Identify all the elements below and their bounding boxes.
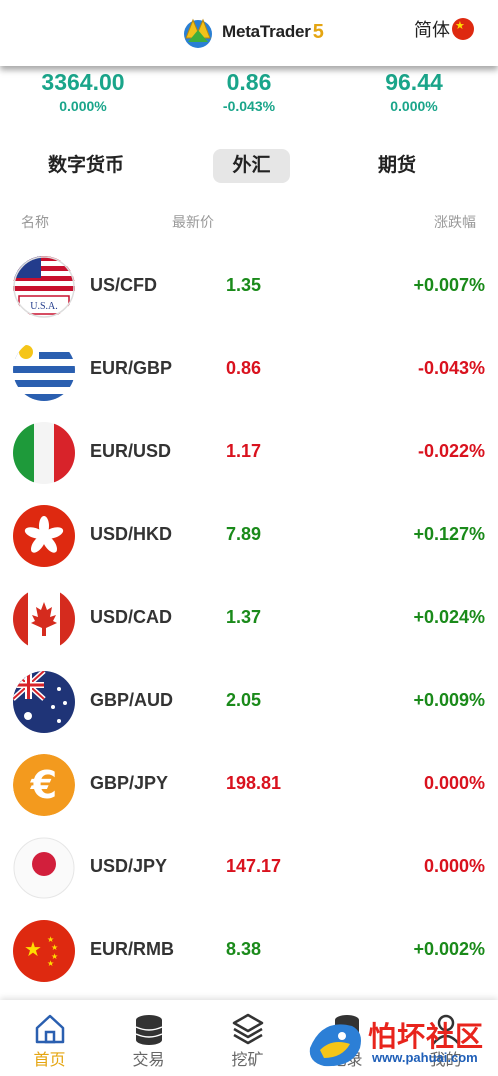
pair-change: 0.000% bbox=[423, 856, 485, 876]
ticker-2[interactable]: 0.86 -0.043% bbox=[174, 68, 324, 116]
coins-icon bbox=[135, 1015, 163, 1045]
list-item[interactable]: USD/CAD 1.37 +0.024% bbox=[0, 577, 498, 660]
svg-text:★: ★ bbox=[24, 937, 42, 961]
column-header-price: 最新价 bbox=[172, 214, 214, 230]
watermark-url: www.pahuai.com bbox=[372, 1050, 478, 1065]
pair-name: USD/HKD bbox=[90, 524, 173, 544]
pair-name: USD/JPY bbox=[90, 856, 168, 876]
column-header-change: 涨跌幅 bbox=[434, 214, 476, 230]
pair-change: +0.007% bbox=[413, 275, 485, 295]
brand-suffix: 5 bbox=[312, 20, 324, 43]
ticker-price: 3364.00 bbox=[41, 69, 125, 95]
pair-name: EUR/GBP bbox=[90, 358, 173, 378]
pair-price: 0.86 bbox=[226, 358, 262, 378]
pair-change: +0.009% bbox=[413, 690, 485, 710]
china-flag-icon: ★ ★ ★ ★ ★ bbox=[13, 920, 75, 982]
list-item[interactable]: U.S.A. US/CFD 1.35 +0.007% bbox=[0, 245, 498, 328]
pair-price: 198.81 bbox=[226, 773, 282, 793]
pair-change: +0.002% bbox=[413, 939, 485, 959]
list-item[interactable]: ★ ★ ★ ★ ★ EUR/RMB 8.38 +0.002% bbox=[0, 909, 498, 992]
nav-home[interactable]: 首页 bbox=[0, 1000, 99, 1076]
pair-name: GBP/JPY bbox=[90, 773, 169, 793]
pair-price: 147.17 bbox=[226, 856, 282, 876]
metatrader-logo-icon bbox=[184, 18, 212, 48]
pair-price: 1.37 bbox=[226, 607, 262, 627]
tab-futures[interactable]: 期货 bbox=[364, 149, 430, 183]
usa-flag-icon: U.S.A. bbox=[13, 256, 75, 318]
list-item[interactable]: EUR/USD 1.17 -0.022% bbox=[0, 411, 498, 494]
uruguay-flag-icon bbox=[13, 339, 75, 401]
pair-change: +0.127% bbox=[413, 524, 485, 544]
language-label: 简体 bbox=[414, 20, 450, 40]
metatrader-logo: MetaTrader 5 bbox=[178, 12, 324, 52]
watermark-text: 怕坏社区 bbox=[368, 1021, 485, 1052]
pair-name: US/CFD bbox=[90, 275, 157, 295]
china-flag-icon bbox=[452, 18, 474, 40]
nav-label: 交易 bbox=[132, 1052, 165, 1069]
pair-change: -0.043% bbox=[417, 358, 485, 378]
brand-name: MetaTrader bbox=[222, 22, 311, 41]
list-item[interactable]: USD/JPY 147.17 0.000% bbox=[0, 826, 498, 909]
coins-stack-icon bbox=[335, 1015, 359, 1045]
home-icon bbox=[35, 1014, 65, 1044]
ticker-price: 96.44 bbox=[385, 69, 443, 95]
svg-text:€: € bbox=[30, 763, 57, 807]
layers-icon bbox=[232, 1013, 264, 1045]
nav-mining[interactable]: 挖矿 bbox=[198, 1000, 297, 1076]
ticker-3[interactable]: 96.44 0.000% bbox=[339, 68, 489, 116]
tab-forex[interactable]: 外汇 bbox=[213, 149, 290, 183]
australia-flag-icon bbox=[13, 671, 75, 733]
pair-name: GBP/AUD bbox=[90, 690, 174, 710]
list-item[interactable]: USD/HKD 7.89 +0.127% bbox=[0, 494, 498, 577]
pair-name: EUR/USD bbox=[90, 441, 172, 461]
canada-flag-icon bbox=[13, 588, 75, 650]
pair-change: 0.000% bbox=[423, 773, 485, 793]
column-header-name: 名称 bbox=[21, 214, 49, 230]
pair-price: 1.17 bbox=[226, 441, 262, 461]
ticker-change: 0.000% bbox=[390, 98, 438, 114]
japan-flag-icon bbox=[13, 837, 75, 899]
pair-change: -0.022% bbox=[417, 441, 485, 461]
usa-flag-caption: U.S.A. bbox=[30, 301, 58, 312]
ticker-1[interactable]: 3364.00 0.000% bbox=[8, 68, 158, 116]
italy-flag-icon bbox=[13, 422, 75, 484]
pair-price: 2.05 bbox=[226, 690, 262, 710]
hongkong-flag-icon bbox=[13, 505, 75, 567]
pair-price: 7.89 bbox=[226, 524, 262, 544]
nav-label: 挖矿 bbox=[231, 1052, 264, 1069]
svg-text:★: ★ bbox=[51, 943, 58, 952]
pair-price: 8.38 bbox=[226, 939, 262, 959]
svg-text:★: ★ bbox=[47, 959, 54, 968]
app-header: MetaTrader 5 简体 bbox=[0, 0, 498, 66]
ticker-change: 0.000% bbox=[59, 98, 107, 114]
pair-name: USD/CAD bbox=[90, 607, 173, 627]
euro-icon: € bbox=[13, 754, 75, 816]
nav-trade[interactable]: 交易 bbox=[99, 1000, 198, 1076]
pair-price: 1.35 bbox=[226, 275, 262, 295]
list-item[interactable]: EUR/GBP 0.86 -0.043% bbox=[0, 328, 498, 411]
ticker-price: 0.86 bbox=[226, 69, 272, 95]
language-switch[interactable]: 简体 bbox=[414, 16, 474, 42]
list-item[interactable]: € GBP/JPY 198.81 0.000% bbox=[0, 743, 498, 826]
pair-name: EUR/RMB bbox=[90, 939, 174, 959]
pair-change: +0.024% bbox=[413, 607, 485, 627]
ticker-change: -0.043% bbox=[222, 98, 276, 114]
nav-label: 首页 bbox=[33, 1052, 66, 1069]
tab-crypto[interactable]: 数字货币 bbox=[40, 149, 132, 183]
list-item[interactable]: GBP/AUD 2.05 +0.009% bbox=[0, 660, 498, 743]
